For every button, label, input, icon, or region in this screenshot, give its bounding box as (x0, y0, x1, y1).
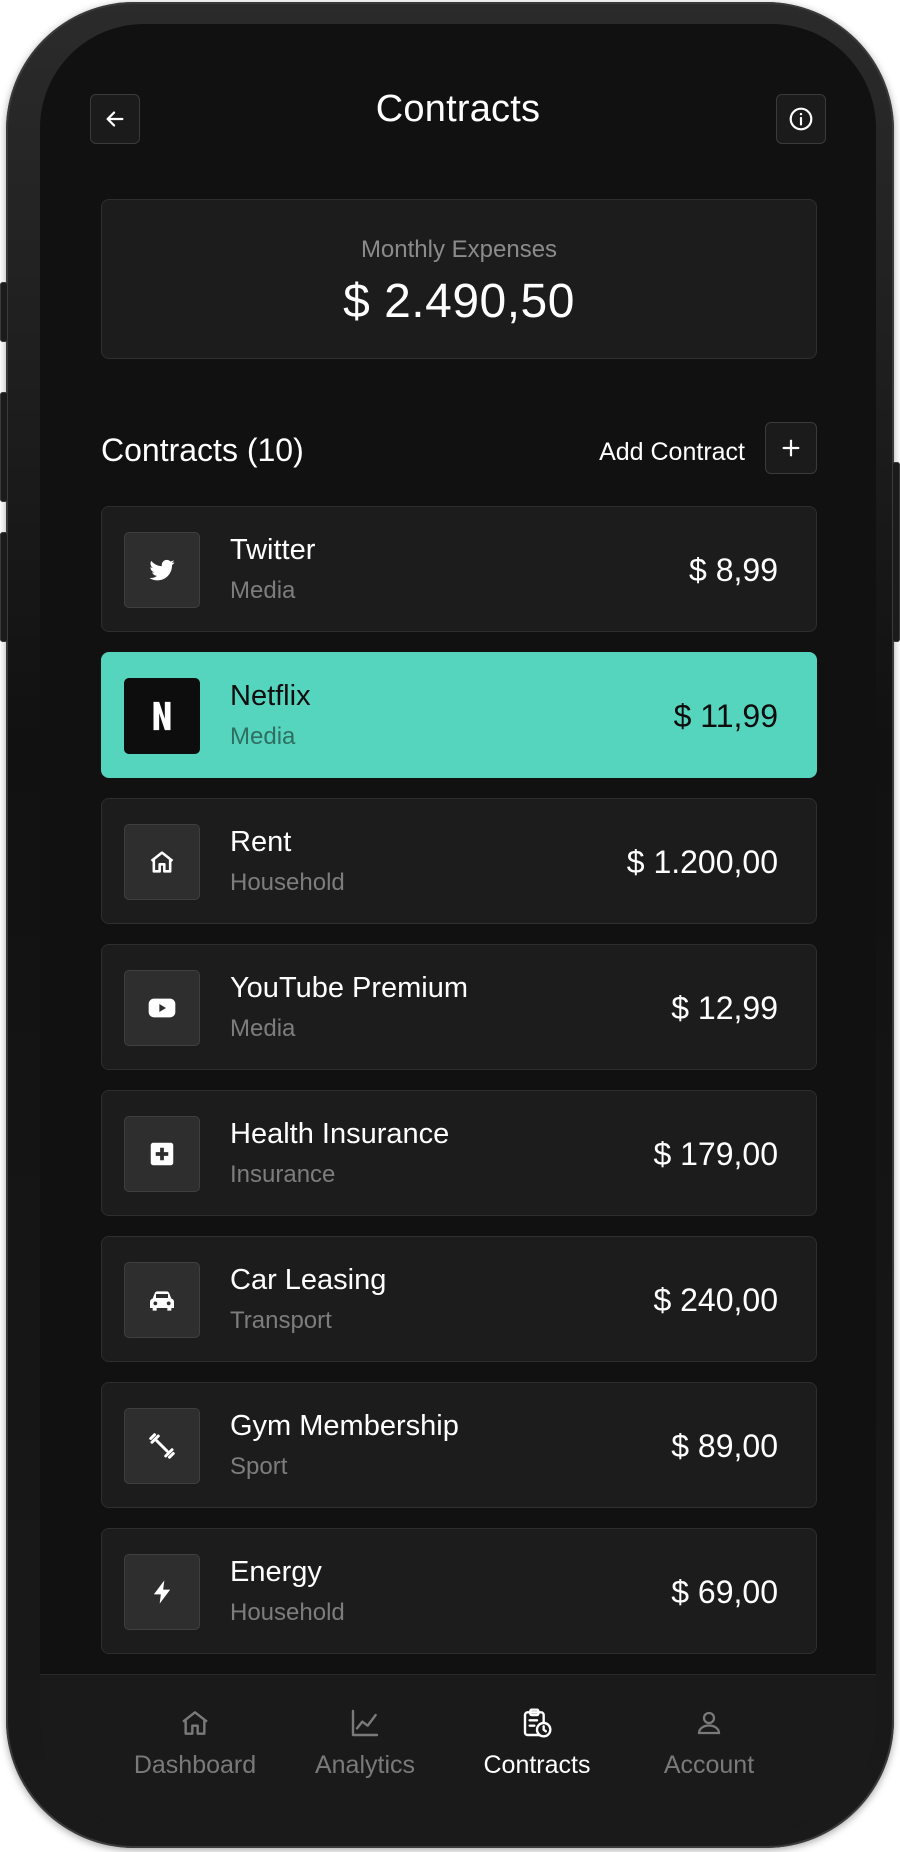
contract-item-netflix[interactable]: Netflix Media $ 11,99 (101, 652, 817, 778)
contract-icon-box (124, 532, 200, 608)
contract-price: $ 8,99 (689, 552, 778, 588)
contract-price: $ 11,99 (673, 698, 778, 734)
tab-label: Dashboard (133, 1751, 257, 1779)
side-button-mute (0, 282, 8, 342)
contract-price: $ 12,99 (671, 990, 778, 1026)
contract-name: Energy (230, 1556, 322, 1588)
contracts-clock-icon (523, 1708, 552, 1738)
contract-icon-box (124, 970, 200, 1046)
phone-frame: Contracts Monthly Expenses $ 2.490,50 Co… (0, 2, 900, 1848)
contract-icon-box (124, 824, 200, 900)
side-button-volume-down (0, 532, 8, 642)
monthly-expenses-value: $ 2.490,50 (343, 275, 575, 328)
home-icon (182, 1711, 208, 1735)
contract-name: Gym Membership (230, 1410, 459, 1442)
tab-analytics[interactable]: Analytics (280, 1705, 450, 1785)
contract-category: Transport (230, 1307, 332, 1334)
contract-category: Insurance (230, 1161, 336, 1188)
page-title: Contracts (375, 88, 541, 130)
contract-category: Household (230, 1599, 345, 1626)
car-icon (150, 1291, 174, 1311)
contract-name: Health Insurance (230, 1118, 450, 1150)
tab-label: Account (663, 1751, 755, 1779)
contract-category: Household (230, 869, 345, 896)
contract-icon-box (124, 678, 200, 754)
contract-item-rent[interactable]: Rent Household $ 1.200,00 (101, 798, 817, 924)
contract-name: Car Leasing (230, 1264, 387, 1296)
tab-label: Contracts (483, 1751, 591, 1779)
contract-category: Sport (230, 1453, 288, 1480)
contract-name: Twitter (230, 534, 316, 566)
side-button-volume-up (0, 392, 8, 502)
monthly-expenses-label: Monthly Expenses (360, 236, 558, 263)
twitter-icon (149, 559, 175, 581)
medical-plus-icon (150, 1142, 174, 1166)
contract-item-twitter[interactable]: Twitter Media $ 8,99 (101, 506, 817, 632)
contract-item-youtube-premium[interactable]: YouTube Premium Media $ 12,99 (101, 944, 817, 1070)
contract-price: $ 179,00 (653, 1136, 778, 1172)
tab-dashboard[interactable]: Dashboard (110, 1705, 280, 1785)
tab-label: Analytics (314, 1751, 416, 1779)
user-icon (697, 1711, 721, 1735)
contract-category: Media (230, 723, 296, 750)
contract-name: Netflix (230, 680, 311, 712)
contract-price: $ 1.200,00 (626, 844, 778, 880)
monthly-expenses-card: Monthly Expenses $ 2.490,50 (101, 199, 817, 359)
contract-price: $ 89,00 (671, 1428, 778, 1464)
contract-item-gym-membership[interactable]: Gym Membership Sport $ 89,00 (101, 1382, 817, 1508)
add-contract-button[interactable] (765, 422, 817, 474)
contract-icon-box (124, 1262, 200, 1338)
contract-category: Media (230, 577, 296, 604)
contract-name: YouTube Premium (230, 972, 469, 1004)
dumbbell-icon (149, 1433, 175, 1459)
bottom-tab-bar: Dashboard Analytics Contracts Account (40, 1674, 876, 1828)
contract-price: $ 240,00 (653, 1282, 778, 1318)
youtube-icon (148, 998, 176, 1018)
contract-price: $ 69,00 (671, 1574, 778, 1610)
tab-account[interactable]: Account (624, 1705, 794, 1785)
contract-category: Media (230, 1015, 296, 1042)
chart-line-icon (351, 1709, 379, 1737)
contract-name: Rent (230, 826, 292, 858)
contract-item-health-insurance[interactable]: Health Insurance Insurance $ 179,00 (101, 1090, 817, 1216)
home-icon (150, 851, 174, 873)
contracts-section-header: Contracts (10) Add Contract (101, 422, 817, 478)
add-contract-label[interactable]: Add Contract (599, 438, 745, 467)
tab-contracts[interactable]: Contracts (452, 1705, 622, 1785)
contract-icon-box (124, 1408, 200, 1484)
contract-icon-box (124, 1554, 200, 1630)
lightning-icon (153, 1580, 171, 1604)
plus-icon (782, 439, 800, 457)
info-icon (789, 107, 813, 131)
netflix-icon (153, 701, 171, 731)
top-bar: Contracts (40, 24, 876, 204)
app-screen: Contracts Monthly Expenses $ 2.490,50 Co… (40, 24, 876, 1828)
contract-item-energy[interactable]: Energy Household $ 69,00 (101, 1528, 817, 1654)
side-button-power (892, 462, 900, 642)
contract-item-car-leasing[interactable]: Car Leasing Transport $ 240,00 (101, 1236, 817, 1362)
info-button[interactable] (776, 94, 826, 144)
contracts-count-title: Contracts (10) (101, 432, 304, 468)
contract-icon-box (124, 1116, 200, 1192)
